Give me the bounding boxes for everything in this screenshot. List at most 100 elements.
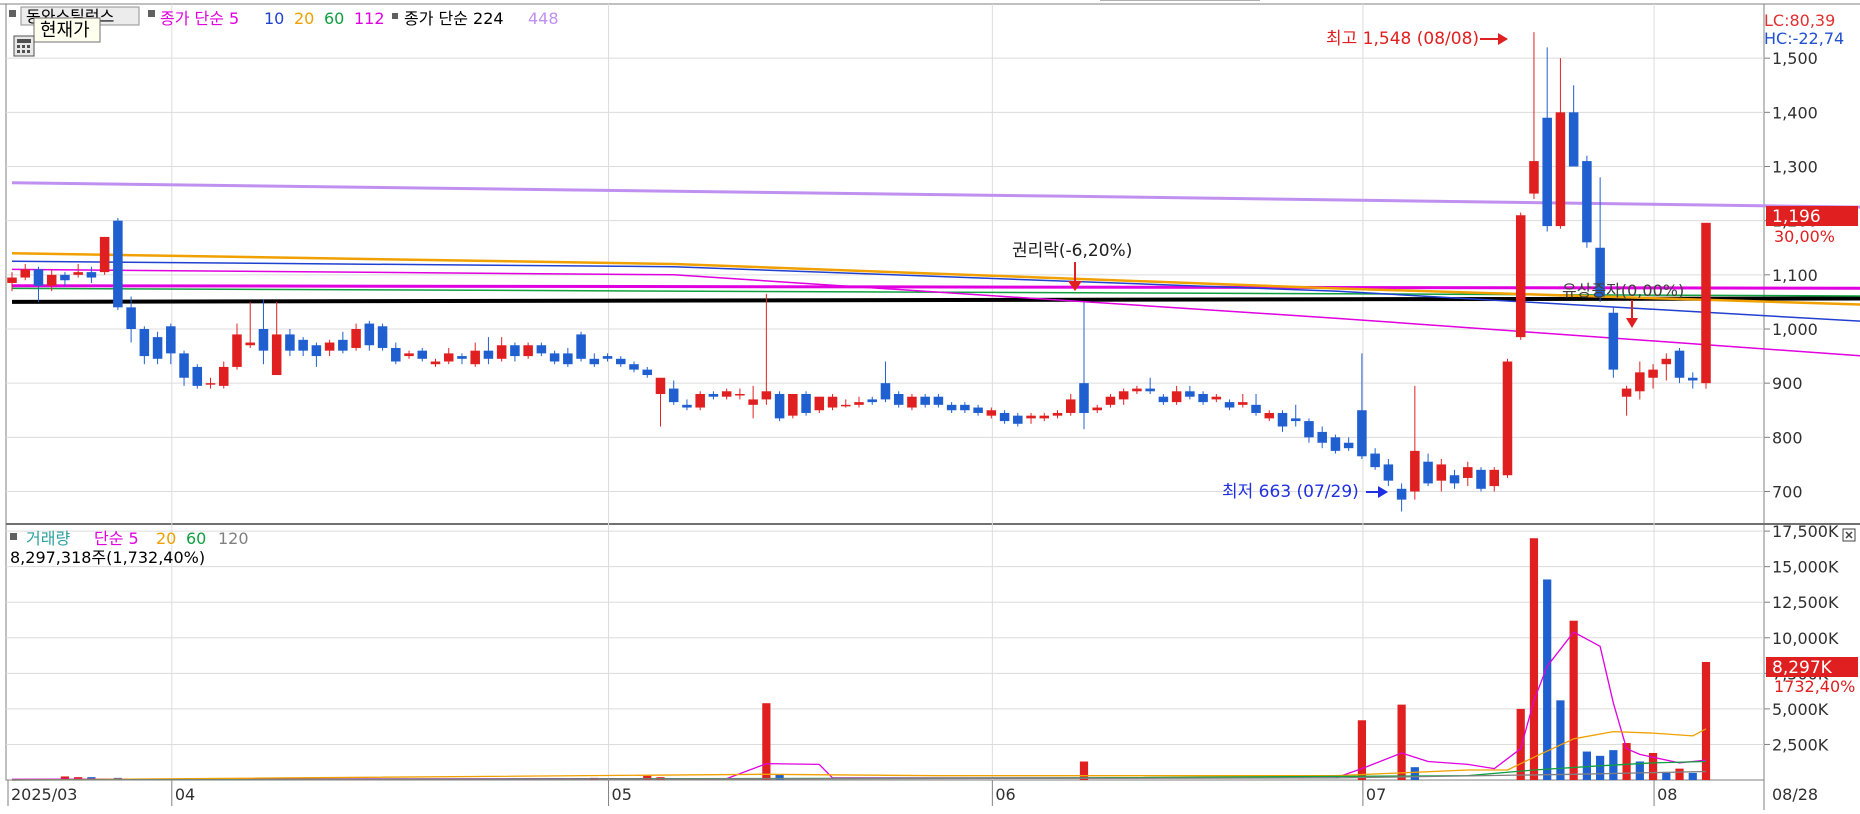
legend-ma112: 112 (354, 9, 385, 28)
candle-body (973, 407, 983, 413)
candle-body (960, 404, 970, 411)
current-volume-label: 8,297K (1772, 658, 1833, 678)
candle-body (232, 334, 242, 367)
candle-body (549, 353, 560, 362)
volume-bar (1410, 767, 1419, 780)
current-change-label: 30,00% (1774, 227, 1835, 246)
candle-body (1463, 467, 1473, 478)
candle-body (258, 329, 269, 351)
volume-tick-label: 12,500K (1772, 593, 1839, 612)
legend-vol-ma120: 120 (218, 529, 249, 548)
chart-canvas[interactable]: 7008009001,0001,1001,2001,3001,4001,5002… (0, 0, 1860, 810)
candle-body (470, 350, 480, 365)
candle-body (1171, 391, 1182, 403)
price-tick-label: 800 (1772, 428, 1803, 447)
candle-body (404, 353, 414, 357)
candle-body (1515, 215, 1526, 338)
candle-body (1701, 222, 1711, 384)
volume-tick-label: 2,500K (1772, 735, 1829, 754)
candle-body (60, 274, 70, 281)
volume-bar (1582, 751, 1591, 780)
rights-issue-annotation: 유상증자(0,00%) (1562, 281, 1684, 300)
candle-body (377, 326, 388, 348)
volume-bar (1675, 768, 1684, 780)
candle-body (245, 342, 255, 346)
candle-body (1277, 412, 1288, 427)
calculator-icon[interactable] (13, 35, 35, 57)
candle-body (298, 339, 308, 351)
candle-body (801, 394, 811, 413)
ex-rights-annotation: 권리락(-6,20%) (1012, 241, 1132, 261)
candle-body (179, 353, 189, 378)
candle-body (417, 350, 428, 359)
candle-body (1370, 453, 1380, 468)
candle-body (1330, 437, 1341, 451)
candle-body (1105, 396, 1116, 405)
candle-body (20, 269, 30, 278)
volume-tick-label: 15,000K (1772, 558, 1839, 577)
candle-body (7, 277, 17, 283)
candle-body (708, 394, 719, 397)
candle-body (1568, 112, 1579, 167)
candle-body (510, 345, 520, 357)
candle-body (1621, 388, 1632, 397)
candle-body (496, 345, 507, 359)
candle-body (946, 404, 957, 411)
candle-body (1092, 407, 1102, 411)
candle-body (364, 323, 375, 346)
candle-body (536, 345, 547, 354)
low-annotation: 최저 663 (07/29) (1222, 482, 1359, 502)
candle-body (788, 394, 798, 416)
volume-bar (1701, 661, 1711, 780)
legend-ma60: 60 (324, 9, 344, 28)
candle-body (695, 394, 705, 408)
candle-body (86, 272, 97, 278)
candle-body (1582, 161, 1592, 243)
current-volume-change: 1732,40% (1774, 677, 1855, 696)
candle-body (1052, 412, 1063, 416)
candle-body (46, 274, 57, 286)
candle-body (814, 396, 825, 411)
candle-body (774, 394, 785, 419)
volume-bar (1529, 538, 1539, 780)
candle-body (457, 356, 467, 359)
candle-body (1396, 488, 1407, 500)
candle-body (192, 366, 203, 386)
current-price-label: 1,196 (1772, 207, 1821, 227)
x-tick-label: 04 (175, 785, 195, 804)
candle-body (483, 350, 494, 359)
candle-body (735, 394, 745, 396)
candle-body (1343, 442, 1354, 449)
candle-body (629, 364, 639, 370)
candle-body (113, 220, 123, 308)
candle-body (563, 353, 573, 365)
legend-ma20: 20 (294, 9, 314, 28)
candle-body (152, 337, 163, 359)
candle-body (668, 388, 679, 403)
price-tick-label: 1,300 (1772, 158, 1818, 177)
candle-body (430, 361, 441, 365)
volume-tick-label: 10,000K (1772, 629, 1839, 648)
candle-body (1251, 404, 1261, 413)
price-tick-label: 700 (1772, 483, 1803, 502)
candle-body (73, 272, 83, 275)
legend-ma10: 10 (264, 9, 284, 28)
candle-body (616, 358, 626, 365)
candle-body (761, 391, 772, 400)
candle-body (1065, 399, 1076, 413)
candle-body (1079, 383, 1089, 413)
candle-body (602, 356, 613, 359)
candle-body (1608, 312, 1619, 370)
candle-body (1674, 350, 1685, 378)
candle-body (523, 345, 533, 357)
candle-body (986, 410, 997, 416)
candle-body (589, 358, 600, 365)
stock-chart[interactable]: 7008009001,0001,1001,2001,3001,4001,5002… (0, 0, 1860, 810)
candle-body (1026, 415, 1036, 419)
price-tick-label: 1,500 (1772, 49, 1818, 68)
candle-body (999, 412, 1010, 422)
close-pane-icon[interactable] (1842, 528, 1856, 542)
candle-body (1410, 450, 1420, 492)
candle-body (391, 347, 401, 362)
candle-body (1238, 402, 1248, 405)
